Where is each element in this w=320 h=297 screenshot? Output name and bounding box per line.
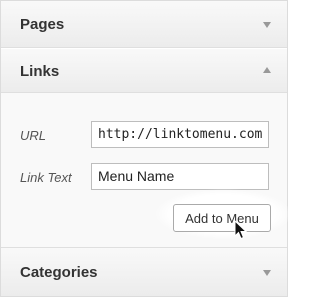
links-section-body: URL http://linktomenu.com Link Text Menu… xyxy=(1,93,291,248)
url-label: URL xyxy=(20,128,47,143)
link-text-input[interactable]: Menu Name xyxy=(91,163,269,190)
pages-section-title: Pages xyxy=(20,16,65,33)
links-section-title: Links xyxy=(20,63,60,80)
menu-items-panel: Pages Links URL http://linktomenu.com Li… xyxy=(0,0,291,297)
url-input[interactable]: http://linktomenu.com xyxy=(91,121,269,148)
add-to-menu-button[interactable]: Add to Menu xyxy=(173,204,271,232)
categories-section-header[interactable]: Categories xyxy=(1,248,287,296)
chevron-down-icon[interactable] xyxy=(263,270,271,276)
link-text-label: Link Text xyxy=(20,170,72,185)
mouse-pointer-icon xyxy=(234,220,248,240)
chevron-up-icon[interactable] xyxy=(263,67,271,73)
links-section-header[interactable]: Links xyxy=(1,48,287,93)
pages-section-header[interactable]: Pages xyxy=(1,1,287,48)
categories-section-title: Categories xyxy=(20,264,98,281)
chevron-down-icon[interactable] xyxy=(263,22,271,28)
